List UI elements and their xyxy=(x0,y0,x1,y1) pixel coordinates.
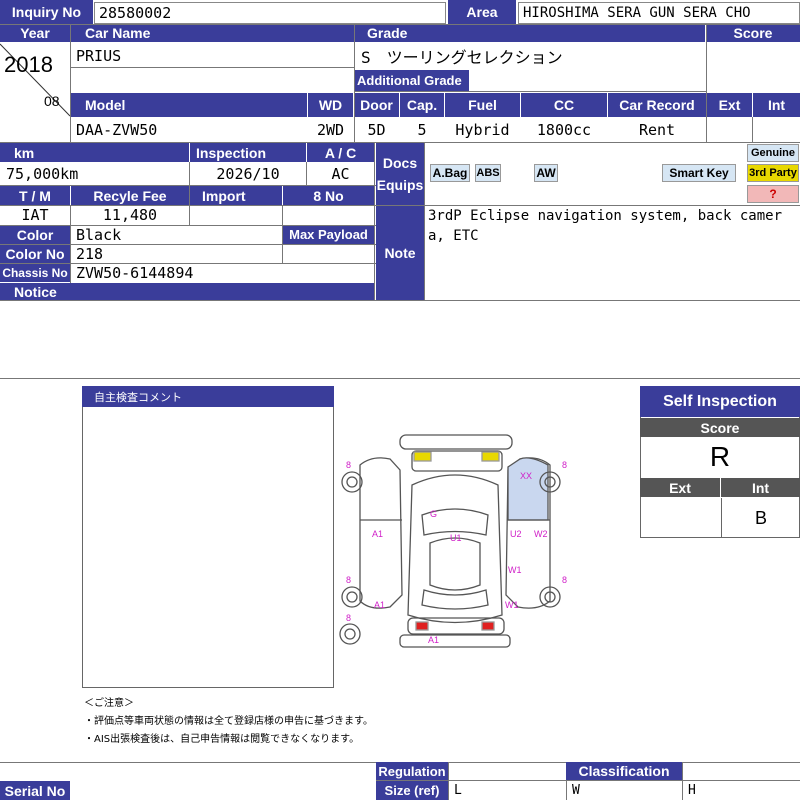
max-payload-header: Max Payload xyxy=(283,225,374,244)
damage-mark-label: A1 xyxy=(374,600,385,610)
caution-line-1: ・評価点等車両状態の情報は全て登録店様の申告に基づきます。 xyxy=(84,716,373,727)
docs-equips-header: Docs Equips xyxy=(376,143,424,205)
damage-mark-label: 8 xyxy=(562,575,567,585)
cap-header: Cap. xyxy=(400,93,444,117)
score-header: Score xyxy=(706,24,800,42)
damage-mark-label: 8 xyxy=(562,460,567,470)
docs-label: Docs xyxy=(382,155,418,171)
equip-aw: AW xyxy=(534,164,558,182)
tm-header: T / M xyxy=(0,186,70,205)
chassis-no-header: Chassis No xyxy=(0,264,70,282)
note-header: Note xyxy=(376,206,424,300)
size-ref-header: Size (ref) xyxy=(376,781,448,800)
recycle-fee-value: 11,480 xyxy=(102,206,158,224)
int-header: Int xyxy=(753,93,800,117)
km-value: 75,000km xyxy=(6,165,79,183)
third-party-badge: 3rd Party xyxy=(747,164,799,182)
car-name-value: PRIUS xyxy=(76,47,122,65)
regulation-header: Regulation xyxy=(376,762,448,780)
size-h-label: H xyxy=(688,783,696,798)
car-record-value: Rent xyxy=(638,121,676,139)
ext-header: Ext xyxy=(707,93,752,117)
color-value: Black xyxy=(76,226,122,244)
cap-value: 5 xyxy=(417,121,427,139)
inquiry-no-header: Inquiry No xyxy=(0,0,93,24)
comment-box-title: 自主検査コメント xyxy=(82,386,334,407)
model-value: DAA-ZVW50 xyxy=(76,121,158,139)
damage-mark-label: 8 xyxy=(346,575,351,585)
damage-mark-label: A1 xyxy=(372,529,383,539)
fuel-value: Hybrid xyxy=(455,121,510,139)
self-int-header: Int xyxy=(721,478,800,497)
damage-mark-label: G xyxy=(430,509,437,519)
notice-header: Notice xyxy=(0,283,374,300)
self-ext-value xyxy=(640,498,720,538)
genuine-badge: Genuine xyxy=(747,144,799,162)
self-inspection-title: Self Inspection xyxy=(640,386,800,417)
note-value: 3rdP Eclipse navigation system, back cam… xyxy=(428,208,783,244)
damage-mark-label: W1 xyxy=(505,600,519,610)
equip-smart-key: Smart Key xyxy=(662,164,736,182)
additional-grade-header: Additional Grade xyxy=(355,70,469,91)
area-header: Area xyxy=(448,0,516,24)
damage-mark-label: U1 xyxy=(450,533,462,543)
caution-line-2: ・AIS出張検査後は、自己申告情報は閲覧できなくなります。 xyxy=(84,734,360,745)
comment-box xyxy=(82,386,334,688)
inspection-header: Inspection xyxy=(190,143,306,162)
door-value: 5D xyxy=(367,121,386,139)
self-score-value: R xyxy=(709,441,731,472)
eight-no-header: 8 No xyxy=(283,186,374,205)
equips-label: Equips xyxy=(376,177,424,193)
wd-header: WD xyxy=(308,93,353,117)
inquiry-no-value: 28580002 xyxy=(94,2,446,24)
door-header: Door xyxy=(354,93,399,117)
ac-header: A / C xyxy=(307,143,374,162)
car-name-header: Car Name xyxy=(71,24,354,42)
size-w-label: W xyxy=(572,783,580,798)
fuel-header: Fuel xyxy=(445,93,520,117)
unknown-badge: ? xyxy=(747,185,799,203)
color-no-value: 218 xyxy=(76,245,104,263)
car-record-header: Car Record xyxy=(608,93,706,117)
area-value: HIROSHIMA SERA GUN SERA CHO xyxy=(518,2,800,24)
color-no-header: Color No xyxy=(0,245,70,263)
damage-mark-label: W2 xyxy=(534,529,548,539)
import-header: Import xyxy=(190,186,282,205)
damage-mark-label: XX xyxy=(520,471,532,481)
chassis-no-value: ZVW50-6144894 xyxy=(76,264,194,282)
car-damage-diagram: 8 8 XX 8 G A1 U1 U2 W2 W1 8 8 A1 W1 A1 xyxy=(339,434,567,648)
equip-abs: ABS xyxy=(475,164,501,182)
month-value: 08 xyxy=(44,93,60,109)
model-header: Model xyxy=(71,93,307,117)
year-header: Year xyxy=(0,24,70,42)
damage-mark-label: W1 xyxy=(508,565,522,575)
classification-header: Classification xyxy=(566,762,682,780)
caution-heading: ＜ご注意＞ xyxy=(84,698,134,709)
size-l-label: L xyxy=(454,783,462,798)
recycle-fee-header: Recyle Fee xyxy=(71,186,189,205)
serial-no-header: Serial No xyxy=(0,781,70,800)
equip-abag: A.Bag xyxy=(430,164,470,182)
grade-value: S ツーリングセレクション xyxy=(361,48,563,67)
self-int-value: B xyxy=(721,498,800,538)
self-score-header: Score xyxy=(640,418,800,437)
damage-mark-label: A1 xyxy=(428,635,439,645)
cc-value: 1800cc xyxy=(536,121,592,139)
wd-value: 2WD xyxy=(316,121,345,139)
damage-mark-label: 8 xyxy=(346,460,351,470)
inspection-value: 2026/10 xyxy=(216,165,280,183)
year-value: 2018 xyxy=(4,52,53,77)
tm-value: IAT xyxy=(21,206,49,224)
km-header: km xyxy=(0,143,189,162)
cc-header: CC xyxy=(521,93,607,117)
self-ext-header: Ext xyxy=(640,478,720,497)
grade-header: Grade xyxy=(355,24,705,42)
ac-value: AC xyxy=(331,165,350,183)
color-header: Color xyxy=(0,225,70,244)
damage-mark-label: 8 xyxy=(346,613,351,623)
damage-mark-label: U2 xyxy=(510,529,522,539)
